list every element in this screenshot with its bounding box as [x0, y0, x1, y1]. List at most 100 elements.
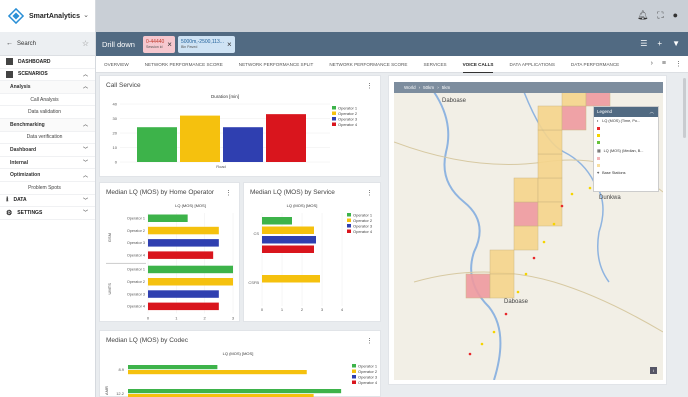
- tab-network-performance-score-2[interactable]: NETWORK PERFORMANCE SCORE: [329, 56, 407, 73]
- route-sample[interactable]: [588, 186, 592, 190]
- star-icon[interactable]: ☆: [82, 39, 89, 48]
- legend-layer[interactable]: ⌖ Base Stations: [594, 169, 658, 177]
- route-sample[interactable]: [524, 272, 528, 276]
- sidebar-item-scenarios[interactable]: SCENARIOS ︿: [0, 69, 95, 82]
- chevron-down-icon[interactable]: ⌄: [83, 11, 89, 19]
- route-sample[interactable]: [570, 192, 574, 196]
- sidebar-item-data[interactable]: ⭳ DATA ﹀: [0, 195, 95, 208]
- bar[interactable]: [128, 370, 307, 375]
- close-icon[interactable]: ×: [227, 40, 232, 49]
- bar[interactable]: [262, 217, 292, 225]
- sidebar-item-analysis[interactable]: Analysis ︿: [0, 81, 95, 94]
- fullscreen-icon[interactable]: ⛶: [657, 10, 663, 21]
- bar[interactable]: [148, 278, 233, 286]
- chevron-up-icon[interactable]: ︿: [650, 107, 655, 117]
- bar[interactable]: [148, 302, 219, 311]
- bar[interactable]: [223, 127, 263, 162]
- coverage-bin[interactable]: [465, 273, 491, 299]
- tab-network-performance-score[interactable]: NETWORK PERFORMANCE SCORE: [145, 56, 223, 73]
- filter-icon[interactable]: ▼: [672, 39, 680, 48]
- filter-chip-session[interactable]: 0-44440 Session id ×: [142, 35, 175, 53]
- route-sample[interactable]: [560, 204, 564, 208]
- tab-data-performance[interactable]: DATA PERFORMANCE: [571, 56, 619, 73]
- bar[interactable]: [148, 251, 214, 259]
- coverage-bin[interactable]: [537, 201, 563, 227]
- antenna-icon[interactable]: ⌖: [597, 171, 599, 175]
- close-icon[interactable]: ×: [167, 40, 172, 49]
- bar[interactable]: [262, 236, 316, 244]
- coverage-bin[interactable]: [513, 225, 539, 251]
- legend-layer[interactable]: ▦ LQ (MOS) (Median, B...: [594, 146, 658, 155]
- tab-overview[interactable]: OVERVIEW: [104, 56, 129, 73]
- sidebar-item-data-validation[interactable]: Data validation: [0, 106, 95, 119]
- user-icon[interactable]: ●: [673, 10, 678, 21]
- filter-chip-bin[interactable]: 5000m,-2500,113... Bin Paved ×: [177, 35, 235, 53]
- scrollbar[interactable]: [683, 78, 686, 138]
- sidebar-item-benchmarking[interactable]: Benchmarking ︿: [0, 118, 95, 132]
- bar[interactable]: [148, 226, 219, 235]
- route-sample[interactable]: [480, 342, 484, 346]
- tab-data-applications[interactable]: DATA APPLICATIONS: [509, 56, 554, 73]
- sidebar-item-internal[interactable]: Internal ﹀: [0, 157, 95, 170]
- coverage-bin[interactable]: [513, 201, 539, 227]
- bar[interactable]: [148, 265, 233, 274]
- bar[interactable]: [266, 114, 306, 162]
- coverage-bin[interactable]: [537, 177, 563, 203]
- breadcrumb-item[interactable]: 5km: [442, 85, 451, 90]
- layer-toggle-icon[interactable]: ◐: [597, 119, 599, 123]
- bell-icon[interactable]: 🔔︎: [637, 10, 648, 21]
- more-icon[interactable]: ⋮: [675, 60, 682, 68]
- tab-services[interactable]: SERVICES: [423, 56, 446, 73]
- bar[interactable]: [128, 389, 342, 394]
- tab-voice-calls[interactable]: VOICE CALLS: [462, 56, 494, 73]
- route-sample[interactable]: [504, 312, 508, 316]
- sidebar-item-dashboard[interactable]: DASHBOARD: [0, 56, 95, 69]
- legend-swatch: [352, 364, 356, 368]
- route-sample[interactable]: [532, 256, 536, 260]
- search-row[interactable]: ← Search ☆: [0, 32, 95, 56]
- grid-layer-icon[interactable]: ▦: [597, 148, 601, 153]
- coverage-bin[interactable]: [561, 105, 587, 131]
- breadcrumb-item[interactable]: World: [404, 85, 416, 90]
- sidebar-item-data-verification[interactable]: Data verification: [0, 132, 95, 145]
- sidebar-item-dashboard-sub[interactable]: Dashboard ﹀: [0, 144, 95, 157]
- bar[interactable]: [148, 214, 188, 223]
- bar[interactable]: [262, 226, 314, 235]
- sidebar-item-call-analysis[interactable]: Call Analysis: [0, 94, 95, 107]
- bar[interactable]: [128, 365, 218, 370]
- sidebar-item-optimization[interactable]: Optimization ︿: [0, 169, 95, 182]
- legend-layer[interactable]: ◐ LQ (MOS) (Time, Po...: [594, 117, 658, 125]
- add-icon[interactable]: +: [657, 39, 662, 48]
- breadcrumb-item[interactable]: 50km: [423, 85, 434, 90]
- search-label[interactable]: Search: [17, 41, 82, 47]
- legend-swatch: [347, 229, 351, 233]
- bar[interactable]: [148, 239, 219, 247]
- route-sample[interactable]: [542, 240, 546, 244]
- sidebar-item-problem-spots[interactable]: Problem Spots: [0, 182, 95, 195]
- bar[interactable]: [262, 275, 320, 283]
- bar[interactable]: [262, 245, 314, 254]
- bar[interactable]: [137, 127, 177, 162]
- sliders-icon[interactable]: ☰: [640, 39, 647, 48]
- chevron-right-icon[interactable]: ›: [651, 60, 653, 68]
- coverage-bin[interactable]: [489, 249, 515, 275]
- brand[interactable]: SmartAnalytics ⌄: [0, 0, 96, 32]
- coverage-bin[interactable]: [537, 129, 563, 155]
- route-sample[interactable]: [468, 352, 472, 356]
- coverage-bin[interactable]: [537, 105, 563, 131]
- bar[interactable]: [148, 290, 219, 298]
- route-sample[interactable]: [552, 222, 556, 226]
- sidebar-item-settings[interactable]: ⚙ SETTINGS ﹀: [0, 207, 95, 220]
- chip-caption: Bin Paved: [180, 45, 198, 49]
- list-check-icon[interactable]: ≡: [662, 60, 666, 68]
- coverage-bin[interactable]: [513, 177, 539, 203]
- route-sample[interactable]: [492, 330, 496, 334]
- map-info-icon[interactable]: i: [650, 367, 657, 374]
- bar[interactable]: [180, 115, 220, 162]
- coverage-bin[interactable]: [537, 153, 563, 179]
- coverage-bin[interactable]: [489, 273, 515, 299]
- tab-network-performance-split[interactable]: NETWORK PERFORMANCE SPLIT: [239, 56, 314, 73]
- map-view[interactable]: World › 50km › 5km Daboase Daboase Dunkw…: [394, 82, 663, 380]
- back-arrow-icon[interactable]: ←: [6, 40, 13, 47]
- route-sample[interactable]: [516, 290, 520, 294]
